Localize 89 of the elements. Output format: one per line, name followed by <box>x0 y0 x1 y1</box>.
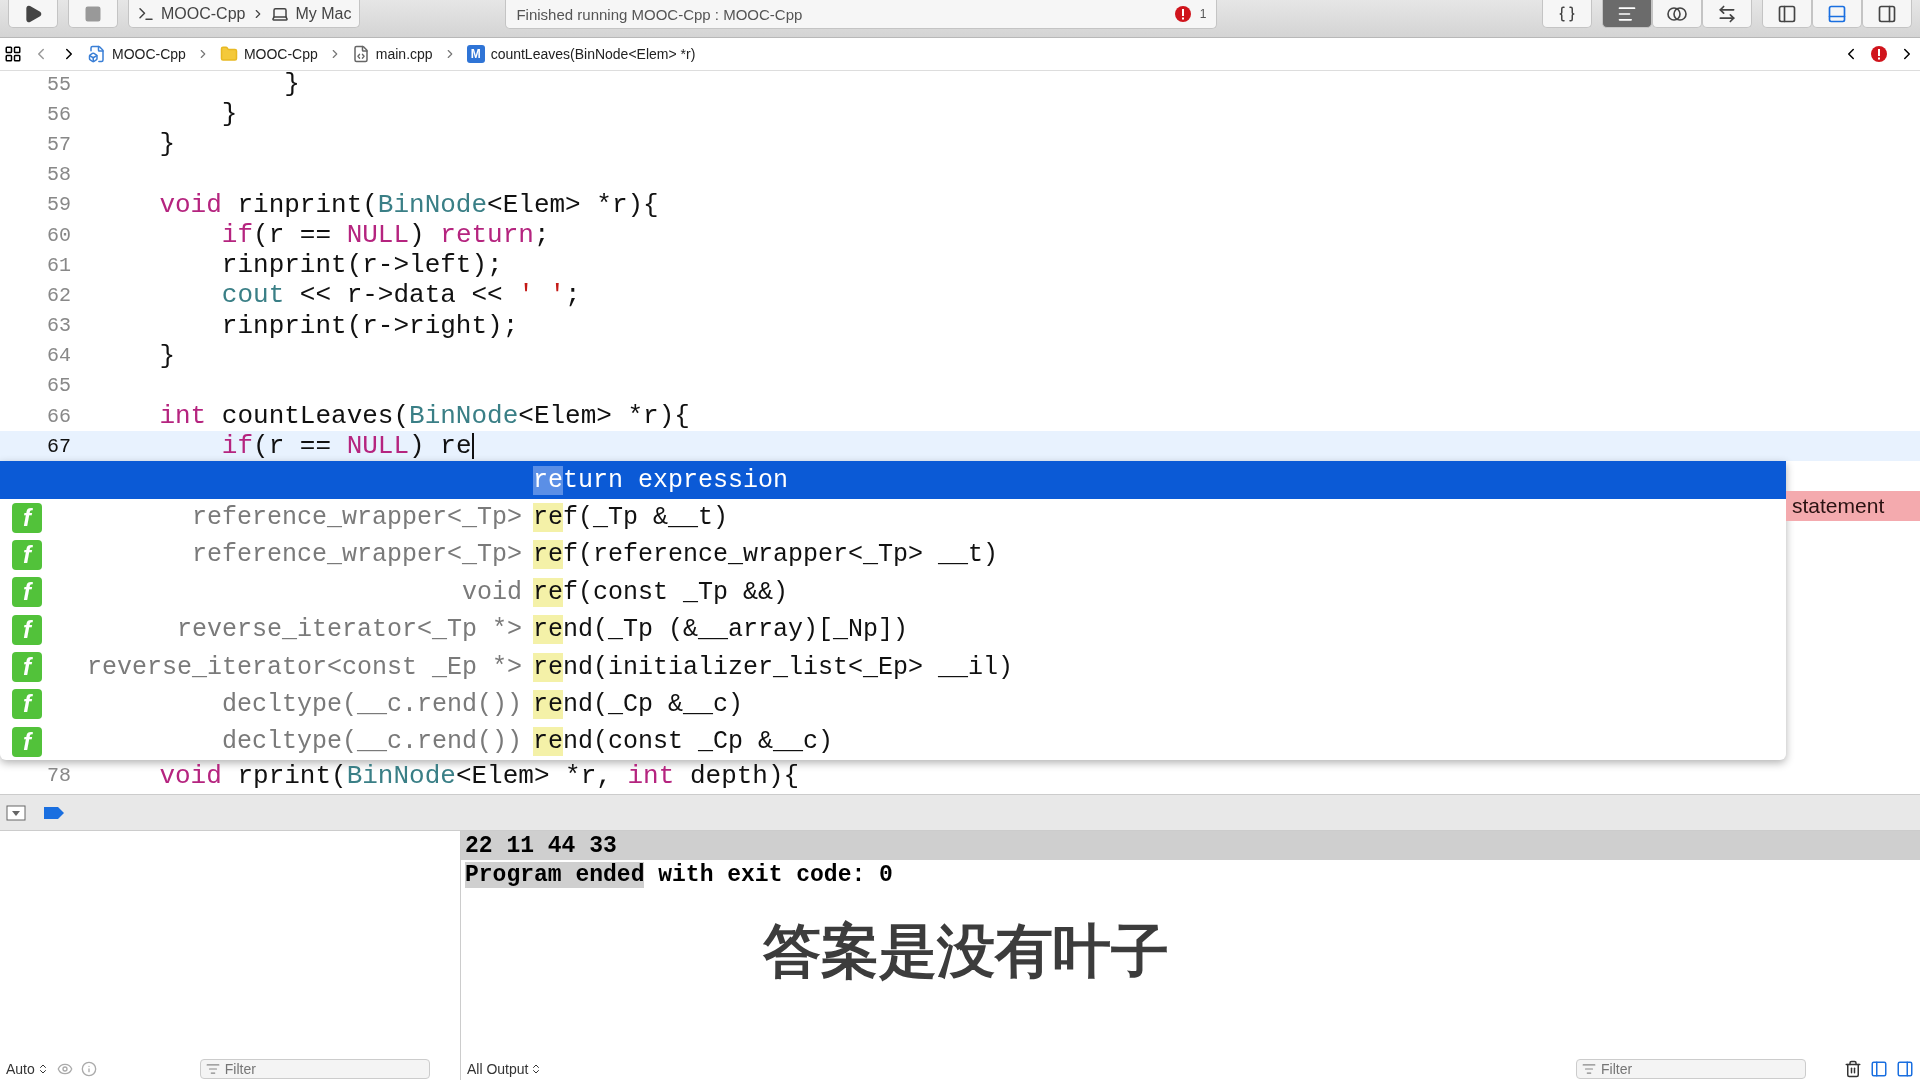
left-panel-toggle[interactable] <box>1762 0 1812 28</box>
scheme-device: My Mac <box>295 4 352 23</box>
line-number: 57 <box>46 132 71 156</box>
code-line: cout << r->data << ' '; <box>220 280 581 311</box>
function-icon: f <box>12 539 42 570</box>
scheme-selector[interactable]: MOOC-Cpp My Mac <box>128 0 361 28</box>
standard-editor-button[interactable] <box>1602 0 1652 28</box>
braces-icon <box>1558 4 1576 23</box>
breadcrumb[interactable]: MOOC-Cpp <box>88 45 186 63</box>
text-cursor <box>471 433 474 460</box>
error-icon <box>1870 45 1888 63</box>
completion-item[interactable]: f reference_wrapper<_Tp> ref(reference_wrapper<_Tp> __t) <box>0 536 1786 574</box>
filter-icon <box>1582 1062 1596 1076</box>
trash-icon[interactable] <box>1844 1060 1862 1078</box>
right-panel-toggle[interactable] <box>1862 0 1912 28</box>
method-badge: M <box>466 45 485 63</box>
line-number: 65 <box>46 374 71 398</box>
console-view-icon[interactable] <box>1896 1060 1914 1078</box>
function-icon: f <box>12 577 42 608</box>
stop-button[interactable] <box>68 0 118 28</box>
filter-field[interactable]: Filter <box>1576 1059 1806 1079</box>
completion-item[interactable]: f decltype(__c.rend()) rend(const _Cp &__c) <box>0 723 1786 761</box>
grid-icon[interactable] <box>4 45 22 63</box>
version-editor-button[interactable] <box>1702 0 1752 28</box>
code-line: rinprint(r->left); <box>220 250 503 281</box>
play-icon <box>23 3 43 24</box>
function-icon: f <box>12 502 42 533</box>
hide-debug-area-icon[interactable] <box>6 804 26 821</box>
scheme-target: MOOC-Cpp <box>161 4 246 23</box>
code-line: void rprint(BinNode<Elem> *r, int depth){ <box>158 760 800 791</box>
arrows-icon <box>1717 3 1737 24</box>
breadcrumb[interactable]: MOOC-Cpp <box>219 45 318 63</box>
panel-icon <box>1877 3 1897 24</box>
code-line: if(r == NULL) return; <box>220 220 550 251</box>
console-output-line: Program ended with exit code: 0 <box>464 860 894 889</box>
folder-icon <box>219 45 238 63</box>
code-line: if(r == NULL) re <box>220 431 474 462</box>
status-text: Finished running MOOC-Cpp : MOOC-Cpp <box>516 5 804 23</box>
code-line: } <box>158 129 175 160</box>
code-line: } <box>158 340 175 371</box>
variables-view-icon[interactable] <box>1870 1060 1888 1078</box>
stop-icon <box>84 4 102 23</box>
issue-label: statement <box>1786 491 1920 522</box>
braces-button[interactable] <box>1542 0 1592 28</box>
variables-scope-dropdown[interactable]: Auto <box>6 1061 49 1077</box>
file-icon <box>351 45 370 63</box>
code-line: } <box>220 99 238 130</box>
function-icon: f <box>12 689 42 720</box>
breadcrumb[interactable]: main.cpp <box>351 45 433 63</box>
completion-item[interactable]: f void ref(const _Tp &&) <box>0 573 1786 611</box>
filter-icon <box>205 1062 220 1076</box>
assistant-editor-button[interactable] <box>1652 0 1702 28</box>
circles-icon <box>1666 4 1688 23</box>
line-number: 56 <box>46 102 71 126</box>
error-icon <box>1173 5 1192 23</box>
run-button[interactable] <box>8 0 58 28</box>
function-icon: f <box>12 652 42 682</box>
line-number: 55 <box>46 72 71 96</box>
completion-item[interactable]: f reverse_iterator<_Tp *> rend(_Tp (&__array)[_Np]) <box>0 610 1786 649</box>
completion-item[interactable]: f reverse_iterator<const _Ep *> rend(initializer_list<_Ep> __il) <box>0 648 1786 686</box>
line-number: 64 <box>46 344 71 368</box>
function-icon: f <box>12 614 42 645</box>
panel-icon <box>1827 3 1847 24</box>
completion-item[interactable]: return expression <box>0 461 1786 499</box>
code-line: int countLeaves(BinNode<Elem> *r){ <box>158 401 690 432</box>
completion-item[interactable]: f reference_wrapper<_Tp> ref(_Tp &__t) <box>0 498 1786 537</box>
line-number: 60 <box>46 223 71 247</box>
subtitle: 答案是没有叶子 <box>763 916 1169 987</box>
breakpoint-icon[interactable] <box>44 806 64 819</box>
bottom-panel-toggle[interactable] <box>1812 0 1862 28</box>
filter-field[interactable]: Filter <box>199 1059 430 1079</box>
breadcrumb[interactable]: M countLeaves(BinNode<Elem> *r) <box>466 45 696 63</box>
line-number: 67 <box>46 434 71 458</box>
code-line: } <box>283 71 300 100</box>
line-number: 61 <box>46 253 71 277</box>
line-number: 62 <box>46 283 71 307</box>
output-scope-dropdown[interactable]: All Output <box>467 1061 543 1077</box>
code-line: rinprint(r->right); <box>220 310 519 341</box>
line-number: 66 <box>46 404 71 428</box>
project-icon <box>88 45 106 63</box>
line-number: 63 <box>46 314 71 338</box>
code-line: void rinprint(BinNode<Elem> *r){ <box>158 189 659 220</box>
function-icon: f <box>12 726 42 757</box>
line-number: 59 <box>46 193 71 217</box>
line-number: 58 <box>46 163 71 187</box>
panel-icon <box>1777 3 1797 24</box>
line-number: 78 <box>46 764 71 788</box>
issue-count: 1 <box>1199 7 1207 21</box>
completion-item[interactable]: f decltype(__c.rend()) rend(_Cp &__c) <box>0 685 1786 724</box>
